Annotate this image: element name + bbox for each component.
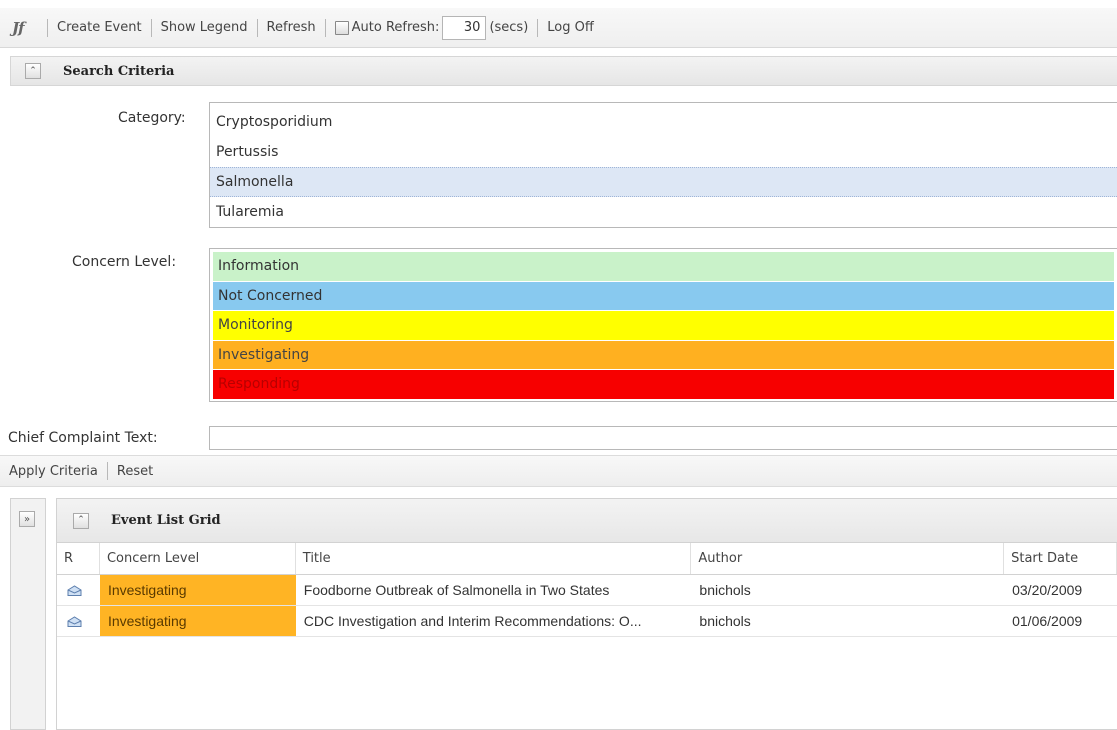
- category-option-selected[interactable]: Salmonella: [210, 167, 1117, 197]
- toolbar-separator: [256, 18, 258, 37]
- event-grid-header: ⌃ Event List Grid: [57, 499, 1117, 543]
- read-cell: [57, 606, 100, 636]
- table-row[interactable]: Investigating Foodborne Outbreak of Salm…: [57, 575, 1117, 606]
- column-header-author[interactable]: Author: [691, 543, 1005, 574]
- auto-refresh-label: Auto Refresh:: [351, 20, 440, 35]
- concern-option-not-concerned[interactable]: Not Concerned: [213, 281, 1114, 311]
- reset-button[interactable]: Reset: [117, 464, 153, 479]
- log-off-button[interactable]: Log Off: [547, 20, 594, 35]
- toolbar-separator: [47, 18, 48, 37]
- event-list-grid: ⌃ Event List Grid R Concern Level Title …: [56, 498, 1117, 730]
- interval-unit-label: (secs): [489, 20, 529, 35]
- main-toolbar: Jf Create Event Show Legend Refresh Auto…: [0, 8, 1117, 48]
- search-criteria-header: ⌃ Search Criteria: [10, 56, 1117, 86]
- concern-level-listbox[interactable]: Information Not Concerned Monitoring Inv…: [209, 248, 1117, 402]
- read-cell: [57, 575, 100, 605]
- toolbar-separator: [150, 18, 152, 37]
- start-date-cell: 01/06/2009: [1012, 613, 1083, 629]
- grid-column-headers: R Concern Level Title Author Start Date: [57, 543, 1117, 575]
- refresh-button[interactable]: Refresh: [267, 20, 316, 35]
- toolbar-separator: [324, 18, 326, 37]
- event-grid-title: Event List Grid: [111, 513, 221, 528]
- apply-criteria-button[interactable]: Apply Criteria: [9, 464, 98, 479]
- refresh-interval-input[interactable]: [442, 15, 487, 40]
- concern-level-cell: Investigating: [99, 606, 296, 636]
- toolbar-separator: [537, 18, 539, 37]
- collapse-grid-icon[interactable]: ⌃: [73, 512, 89, 529]
- create-event-button[interactable]: Create Event: [57, 20, 142, 35]
- concern-level-cell: Investigating: [99, 575, 296, 605]
- category-option[interactable]: Cryptosporidium: [210, 107, 1117, 137]
- start-date-cell: 03/20/2009: [1012, 582, 1083, 598]
- search-criteria-title: Search Criteria: [63, 63, 175, 79]
- side-panel-strip: »: [10, 498, 46, 730]
- concern-level-label: Concern Level:: [72, 254, 177, 270]
- auto-refresh-checkbox[interactable]: [334, 20, 349, 35]
- column-header-r[interactable]: R: [57, 543, 100, 574]
- collapse-search-icon[interactable]: ⌃: [25, 63, 41, 79]
- column-header-concern-level[interactable]: Concern Level: [100, 543, 296, 574]
- chief-complaint-label: Chief Complaint Text:: [8, 430, 158, 446]
- expand-panel-icon[interactable]: »: [19, 511, 35, 527]
- concern-option-investigating[interactable]: Investigating: [213, 340, 1114, 370]
- concern-option-information[interactable]: Information: [213, 252, 1114, 282]
- envelope-icon: [67, 616, 82, 627]
- author-cell: bnichols: [699, 582, 751, 598]
- author-cell: bnichols: [699, 613, 751, 629]
- app-logo: Jf: [12, 18, 25, 37]
- category-option[interactable]: Tularemia: [210, 197, 1117, 227]
- envelope-icon: [67, 585, 82, 596]
- column-header-title[interactable]: Title: [296, 543, 692, 574]
- chief-complaint-input[interactable]: [209, 426, 1117, 450]
- criteria-actions-bar: Apply Criteria Reset: [0, 455, 1117, 487]
- category-listbox[interactable]: Cryptosporidium Pertussis Salmonella Tul…: [209, 102, 1117, 228]
- concern-option-monitoring[interactable]: Monitoring: [213, 311, 1114, 341]
- title-cell: CDC Investigation and Interim Recommenda…: [303, 613, 642, 629]
- table-row[interactable]: Investigating CDC Investigation and Inte…: [57, 606, 1117, 637]
- show-legend-button[interactable]: Show Legend: [161, 20, 248, 35]
- title-cell: Foodborne Outbreak of Salmonella in Two …: [303, 582, 610, 598]
- category-label: Category:: [118, 110, 186, 126]
- column-header-start-date[interactable]: Start Date: [1004, 543, 1117, 574]
- category-option[interactable]: Pertussis: [210, 137, 1117, 167]
- toolbar-separator: [106, 462, 108, 480]
- concern-option-responding[interactable]: Responding: [213, 370, 1114, 400]
